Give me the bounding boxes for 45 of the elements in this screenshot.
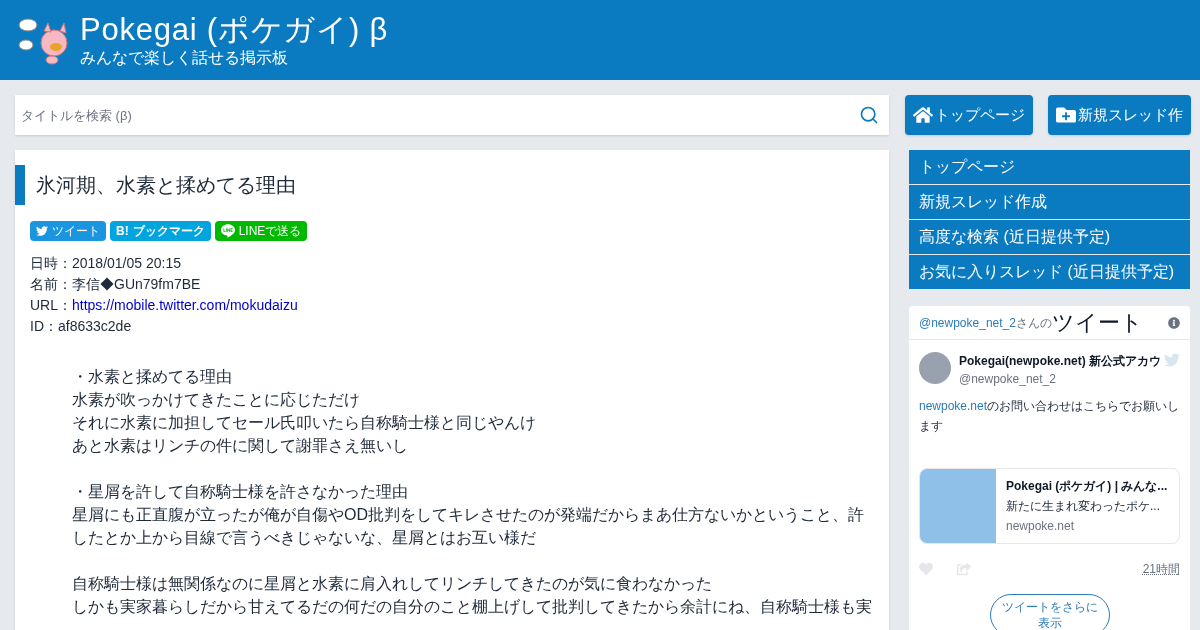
share-button[interactable]: B! ブックマーク	[110, 221, 211, 241]
share-button[interactable]: LINEで送る	[214, 221, 308, 241]
menu-item[interactable]: 新規スレッド作成	[909, 185, 1190, 219]
home-icon	[913, 105, 933, 125]
post-meta: ID：af8633c2de	[30, 317, 133, 336]
site-subtitle: みんなで楽しく話せる掲示板	[80, 48, 289, 68]
post-meta: URL：https://mobile.twitter.com/mokudaizu	[30, 296, 299, 315]
timeline-suffix: さんの	[1015, 314, 1052, 330]
post-meta: 日時：2018/01/05 20:15	[30, 254, 182, 273]
post-text: あと水素はリンチの件に関して謝罪さえ無いし	[72, 436, 409, 456]
menu-item[interactable]: トップページ	[909, 150, 1190, 184]
search-field[interactable]: タイトルを検索 (β)	[15, 95, 889, 135]
post-text: 水素が吹っかけてきたことに応じただけ	[72, 390, 361, 410]
menu-item[interactable]: お気に入りスレッド (近日提供予定)	[909, 255, 1190, 289]
folder-plus-icon	[1056, 105, 1076, 125]
post-meta: 名前：李信◆GUn79fm7BE	[30, 275, 202, 294]
timeline-title: ツイート	[1051, 309, 1143, 337]
nav-button[interactable]: トップページ	[905, 95, 1033, 135]
info-icon[interactable]	[1168, 316, 1180, 329]
card-domain: newpoke.net	[1006, 518, 1076, 535]
post-text: 星屑にも正直腹が立ったが俺が自傷やOD批判をしてキレさせたのが発端だからまあ仕方ないかということ、許したとか上から目線で言うべきじゃないな、星屑とはお互い様だ	[72, 505, 865, 548]
tweet-time[interactable]: 21時間	[1142, 560, 1180, 578]
account-handle: @newpoke_net_2	[959, 371, 1057, 388]
card-description: 新たに生まれ変わったポケ...	[1006, 498, 1161, 515]
share-button[interactable]: ツイート	[30, 221, 106, 241]
search-icon[interactable]	[859, 105, 879, 125]
post-text: ・水素と揉めてる理由	[72, 367, 233, 387]
menu-item[interactable]: 高度な検索 (近日提供予定)	[909, 220, 1190, 254]
post-text: ・星屑を許して自称騎士様を許さなかった理由	[72, 482, 409, 502]
chat-bubble-icon	[220, 224, 235, 238]
post-text: それに水素に加担してセール氏叩いたら自称騎士様と同じやんけ	[72, 413, 537, 433]
post-text: 自称騎士様は無関係なのに星屑と水素に肩入れしてリンチしてきたのが気に食わなかった	[72, 574, 713, 594]
thread-title: 氷河期、水素と揉めてる理由	[15, 165, 889, 205]
site-title[interactable]: Pokegai (ポケガイ) β	[80, 12, 389, 48]
post-text: しかも実家暮らしだから甘えてるだの何だの自分のこと棚上げして批判してきたから余計にね、自称騎士様も実	[72, 597, 873, 617]
profile-link[interactable]: https://mobile.twitter.com/mokudaizu	[72, 297, 298, 313]
timeline-handle[interactable]: @newpoke_net_2	[919, 313, 1016, 332]
tweet-link[interactable]: newpoke.net	[919, 399, 988, 413]
nav-button[interactable]: 新規スレッド作	[1048, 95, 1191, 135]
twitter-bird-icon	[1164, 352, 1180, 368]
card-title: Pokegai (ポケガイ) | みんな...	[1006, 478, 1168, 495]
twitter-bird-icon	[36, 225, 48, 237]
link-card[interactable]: Pokegai (ポケガイ) | みんな... 新たに生まれ変わったポケ... newpoke.net	[919, 468, 1180, 544]
avatar[interactable]	[919, 352, 951, 384]
tweet-text: newpoke.netのお問い合わせはこちらでお願いします	[919, 398, 1180, 435]
